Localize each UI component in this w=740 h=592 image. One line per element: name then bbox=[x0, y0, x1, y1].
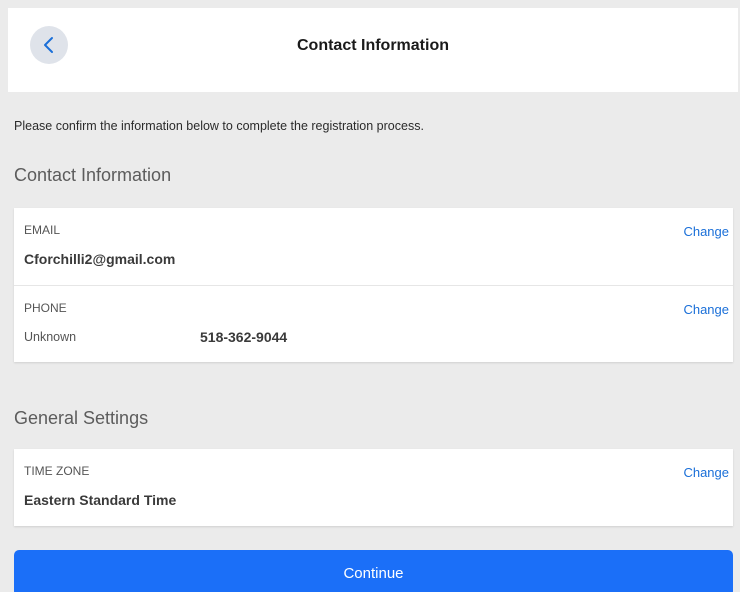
app-screen: Contact Information Please confirm the i… bbox=[8, 8, 738, 592]
time-zone-row: TIME ZONE Eastern Standard Time Change bbox=[14, 449, 733, 526]
change-phone-link[interactable]: Change bbox=[683, 302, 729, 317]
change-time-zone-link[interactable]: Change bbox=[683, 465, 729, 480]
page-title: Contact Information bbox=[297, 37, 449, 54]
chevron-left-icon bbox=[44, 37, 53, 53]
general-card: TIME ZONE Eastern Standard Time Change bbox=[14, 449, 733, 526]
email-value: Cforchilli2@gmail.com bbox=[24, 251, 176, 267]
continue-button[interactable]: Continue bbox=[14, 550, 733, 592]
contact-section-title: Contact Information bbox=[14, 165, 172, 185]
phone-row: PHONE Unknown 518-362-9044 Change bbox=[14, 285, 733, 362]
email-label: EMAIL bbox=[24, 223, 61, 237]
phone-label: PHONE bbox=[24, 301, 67, 315]
phone-type: Unknown bbox=[24, 330, 77, 344]
phone-value: 518-362-9044 bbox=[200, 329, 288, 345]
change-email-link[interactable]: Change bbox=[683, 224, 729, 239]
time-zone-label: TIME ZONE bbox=[24, 464, 90, 478]
time-zone-value: Eastern Standard Time bbox=[24, 492, 177, 508]
contact-card: EMAIL Cforchilli2@gmail.com Change PHONE… bbox=[14, 208, 733, 362]
intro-text: Please confirm the information below to … bbox=[14, 119, 424, 133]
general-section-title: General Settings bbox=[14, 408, 149, 428]
header-bar: Contact Information bbox=[8, 8, 738, 92]
email-row: EMAIL Cforchilli2@gmail.com Change bbox=[14, 208, 733, 285]
back-button[interactable] bbox=[30, 26, 68, 64]
